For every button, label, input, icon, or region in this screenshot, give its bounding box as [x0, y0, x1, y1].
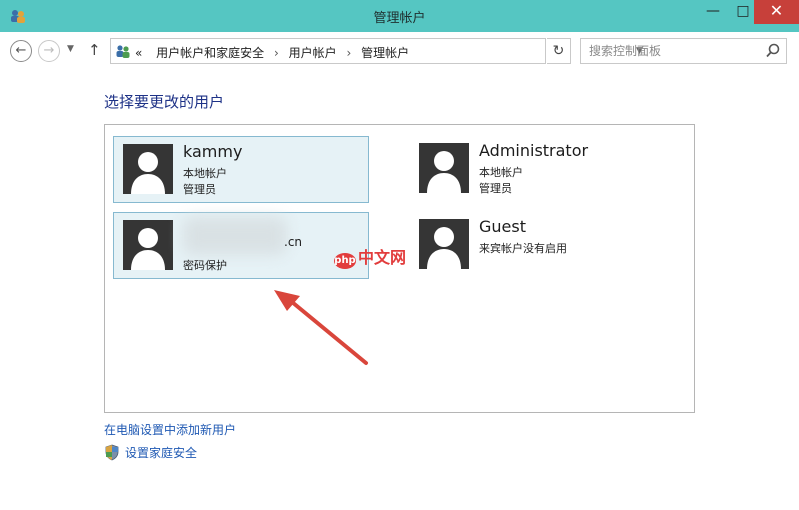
breadcrumb: « 用户帐户和家庭安全 › 用户帐户 › 管理帐户 — [135, 44, 409, 61]
breadcrumb-item-user-accounts-family[interactable]: 用户帐户和家庭安全 — [156, 46, 264, 60]
account-name-suffix: .cn — [284, 235, 303, 249]
account-name: Administrator — [479, 141, 589, 160]
account-tile-administrator[interactable]: Administrator 本地帐户 管理员 — [410, 136, 666, 203]
forward-button[interactable]: → — [38, 40, 60, 62]
breadcrumb-item-user-accounts[interactable]: 用户帐户 — [289, 46, 337, 60]
account-tile-microsoft-account[interactable]: .cn 密码保护 — [113, 212, 369, 279]
up-arrow-icon: ↑ — [88, 41, 101, 59]
refresh-icon: ↻ — [552, 43, 565, 59]
back-arrow-icon: ← — [15, 43, 27, 58]
address-toolbar: ← → ▼ ↑ « 用户帐户和家庭安全 › 用户帐户 › 管理帐户 ▼ ↻ — [0, 32, 799, 70]
account-type: 本地帐户 — [183, 167, 227, 180]
user-silhouette-icon — [419, 219, 469, 269]
watermark: php 中文网 — [334, 244, 406, 269]
account-role: 管理员 — [479, 182, 512, 195]
refresh-button[interactable]: ↻ — [547, 38, 571, 64]
page-title: 选择要更改的用户 — [104, 93, 225, 111]
watermark-badge: php — [334, 253, 356, 269]
window-title: 管理帐户 — [373, 11, 426, 26]
breadcrumb-overflow[interactable]: « — [135, 46, 142, 60]
breadcrumb-separator[interactable]: › — [347, 46, 352, 60]
breadcrumb-item-manage-accounts[interactable]: 管理帐户 — [361, 46, 409, 60]
recent-locations-dropdown[interactable]: ▼ — [67, 44, 74, 54]
family-safety-link[interactable]: 设置家庭安全 — [104, 444, 197, 461]
close-button[interactable]: ✕ — [754, 0, 799, 24]
account-tile-guest[interactable]: Guest 来宾帐户没有启用 — [410, 212, 666, 279]
watermark-text: 中文网 — [358, 248, 407, 267]
users-control-panel-icon — [116, 45, 130, 58]
user-silhouette-icon — [123, 220, 173, 270]
account-type: 本地帐户 — [479, 166, 523, 179]
up-level-button[interactable]: ↑ — [88, 41, 101, 59]
user-silhouette-icon — [123, 144, 173, 194]
magnifier-icon[interactable] — [765, 42, 781, 60]
maximize-button[interactable]: □ — [729, 0, 757, 24]
account-tile-kammy[interactable]: kammy 本地帐户 管理员 — [113, 136, 369, 203]
title-bar: 管理帐户 — □ ✕ — [0, 0, 799, 32]
minimize-button[interactable]: — — [699, 0, 727, 24]
family-safety-label[interactable]: 设置家庭安全 — [125, 446, 197, 460]
search-input[interactable] — [589, 43, 759, 59]
user-silhouette-icon — [419, 143, 469, 193]
account-status: 来宾帐户没有启用 — [479, 242, 567, 255]
account-name: Guest — [479, 217, 526, 236]
account-name: kammy — [183, 142, 243, 161]
redacted-name-mask — [183, 217, 287, 255]
account-status: 密码保护 — [183, 259, 227, 272]
forward-arrow-icon: → — [43, 43, 55, 58]
search-box[interactable] — [580, 38, 787, 64]
back-button[interactable]: ← — [10, 40, 32, 62]
breadcrumb-separator[interactable]: › — [274, 46, 279, 60]
address-field[interactable]: « 用户帐户和家庭安全 › 用户帐户 › 管理帐户 ▼ — [110, 38, 643, 64]
add-new-user-link[interactable]: 在电脑设置中添加新用户 — [104, 421, 236, 438]
shield-icon — [105, 444, 119, 461]
account-role: 管理员 — [183, 183, 216, 196]
